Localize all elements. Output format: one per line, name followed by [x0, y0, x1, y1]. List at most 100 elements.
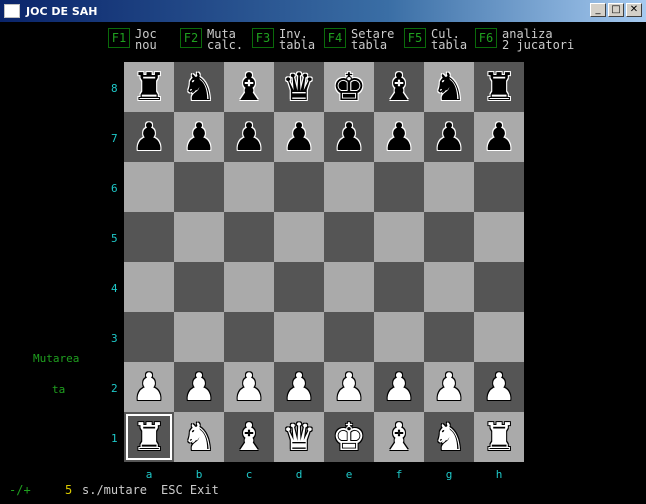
square-a2[interactable]: ♟ — [124, 362, 174, 412]
square-b6[interactable] — [174, 162, 224, 212]
square-e5[interactable] — [324, 212, 374, 262]
square-c3[interactable] — [224, 312, 274, 362]
square-g6[interactable] — [424, 162, 474, 212]
white-rook-icon[interactable]: ♜ — [482, 418, 516, 456]
square-g2[interactable]: ♟ — [424, 362, 474, 412]
white-pawn-icon[interactable]: ♟ — [182, 368, 216, 406]
black-knight-icon[interactable]: ♞ — [182, 68, 216, 106]
square-c2[interactable]: ♟ — [224, 362, 274, 412]
f5-key[interactable]: F5 — [404, 28, 426, 48]
menu-item-new-game[interactable]: F1 Joc nou — [108, 28, 157, 52]
square-b4[interactable] — [174, 262, 224, 312]
white-rook-icon[interactable]: ♜ — [132, 418, 166, 456]
square-d8[interactable]: ♛ — [274, 62, 324, 112]
black-pawn-icon[interactable]: ♟ — [382, 118, 416, 156]
square-g1[interactable]: ♞ — [424, 412, 474, 462]
white-king-icon[interactable]: ♚ — [332, 418, 366, 456]
black-king-icon[interactable]: ♚ — [332, 68, 366, 106]
f4-key[interactable]: F4 — [324, 28, 346, 48]
square-h3[interactable] — [474, 312, 524, 362]
white-pawn-icon[interactable]: ♟ — [332, 368, 366, 406]
f2-key[interactable]: F2 — [180, 28, 202, 48]
white-pawn-icon[interactable]: ♟ — [482, 368, 516, 406]
square-e2[interactable]: ♟ — [324, 362, 374, 412]
square-b8[interactable]: ♞ — [174, 62, 224, 112]
square-c4[interactable] — [224, 262, 274, 312]
square-h5[interactable] — [474, 212, 524, 262]
square-h7[interactable]: ♟ — [474, 112, 524, 162]
black-bishop-icon[interactable]: ♝ — [382, 68, 416, 106]
black-knight-icon[interactable]: ♞ — [432, 68, 466, 106]
square-f5[interactable] — [374, 212, 424, 262]
square-g4[interactable] — [424, 262, 474, 312]
maximize-button[interactable]: □ — [608, 3, 624, 17]
square-b7[interactable]: ♟ — [174, 112, 224, 162]
chess-board[interactable]: ♜ ♞ ♝ ♛ ♚ ♝ ♞ ♜ ♟ ♟ ♟ ♟ ♟ ♟ ♟ ♟ ♟ ♟ ♟ ♟ ♟ ♟ ♟ ♟ ♜ ♞ ♝ ♛ ♚ ♝ ♞ ♜ — [124, 62, 524, 462]
black-pawn-icon[interactable]: ♟ — [432, 118, 466, 156]
time-adjust-control[interactable]: -/+ — [9, 483, 31, 497]
square-e4[interactable] — [324, 262, 374, 312]
black-rook-icon[interactable]: ♜ — [482, 68, 516, 106]
esc-exit-button[interactable]: ESC Exit — [161, 483, 219, 497]
square-f4[interactable] — [374, 262, 424, 312]
black-rook-icon[interactable]: ♜ — [132, 68, 166, 106]
black-pawn-icon[interactable]: ♟ — [182, 118, 216, 156]
square-b5[interactable] — [174, 212, 224, 262]
square-c8[interactable]: ♝ — [224, 62, 274, 112]
square-g5[interactable] — [424, 212, 474, 262]
f3-key[interactable]: F3 — [252, 28, 274, 48]
square-a3[interactable] — [124, 312, 174, 362]
square-h8[interactable]: ♜ — [474, 62, 524, 112]
square-g7[interactable]: ♟ — [424, 112, 474, 162]
square-f7[interactable]: ♟ — [374, 112, 424, 162]
square-d6[interactable] — [274, 162, 324, 212]
square-c6[interactable] — [224, 162, 274, 212]
square-a6[interactable] — [124, 162, 174, 212]
close-button[interactable]: ✕ — [626, 3, 642, 17]
white-bishop-icon[interactable]: ♝ — [382, 418, 416, 456]
white-queen-icon[interactable]: ♛ — [282, 418, 316, 456]
menu-item-flip-board[interactable]: F3 Inv. tabla — [252, 28, 315, 52]
square-g8[interactable]: ♞ — [424, 62, 474, 112]
square-h2[interactable]: ♟ — [474, 362, 524, 412]
square-e6[interactable] — [324, 162, 374, 212]
square-b1[interactable]: ♞ — [174, 412, 224, 462]
square-c1[interactable]: ♝ — [224, 412, 274, 462]
square-c7[interactable]: ♟ — [224, 112, 274, 162]
menu-item-two-player-analysis[interactable]: F6 analiza 2 jucatori — [475, 28, 574, 52]
square-a1[interactable]: ♜ — [124, 412, 174, 462]
square-f6[interactable] — [374, 162, 424, 212]
square-d3[interactable] — [274, 312, 324, 362]
menu-item-computer-move[interactable]: F2 Muta calc. — [180, 28, 243, 52]
square-d7[interactable]: ♟ — [274, 112, 324, 162]
square-g3[interactable] — [424, 312, 474, 362]
black-queen-icon[interactable]: ♛ — [282, 68, 316, 106]
white-pawn-icon[interactable]: ♟ — [282, 368, 316, 406]
square-h4[interactable] — [474, 262, 524, 312]
square-e7[interactable]: ♟ — [324, 112, 374, 162]
black-pawn-icon[interactable]: ♟ — [332, 118, 366, 156]
square-d2[interactable]: ♟ — [274, 362, 324, 412]
square-b3[interactable] — [174, 312, 224, 362]
square-a8[interactable]: ♜ — [124, 62, 174, 112]
black-bishop-icon[interactable]: ♝ — [232, 68, 266, 106]
black-pawn-icon[interactable]: ♟ — [282, 118, 316, 156]
white-knight-icon[interactable]: ♞ — [182, 418, 216, 456]
square-f2[interactable]: ♟ — [374, 362, 424, 412]
menu-item-board-color[interactable]: F5 Cul. tabla — [404, 28, 467, 52]
black-pawn-icon[interactable]: ♟ — [482, 118, 516, 156]
square-a4[interactable] — [124, 262, 174, 312]
white-pawn-icon[interactable]: ♟ — [382, 368, 416, 406]
square-e3[interactable] — [324, 312, 374, 362]
square-e8[interactable]: ♚ — [324, 62, 374, 112]
square-f1[interactable]: ♝ — [374, 412, 424, 462]
square-d4[interactable] — [274, 262, 324, 312]
square-e1[interactable]: ♚ — [324, 412, 374, 462]
white-pawn-icon[interactable]: ♟ — [432, 368, 466, 406]
white-bishop-icon[interactable]: ♝ — [232, 418, 266, 456]
square-d5[interactable] — [274, 212, 324, 262]
white-pawn-icon[interactable]: ♟ — [232, 368, 266, 406]
minimize-button[interactable]: _ — [590, 3, 606, 17]
square-d1[interactable]: ♛ — [274, 412, 324, 462]
f1-key[interactable]: F1 — [108, 28, 130, 48]
